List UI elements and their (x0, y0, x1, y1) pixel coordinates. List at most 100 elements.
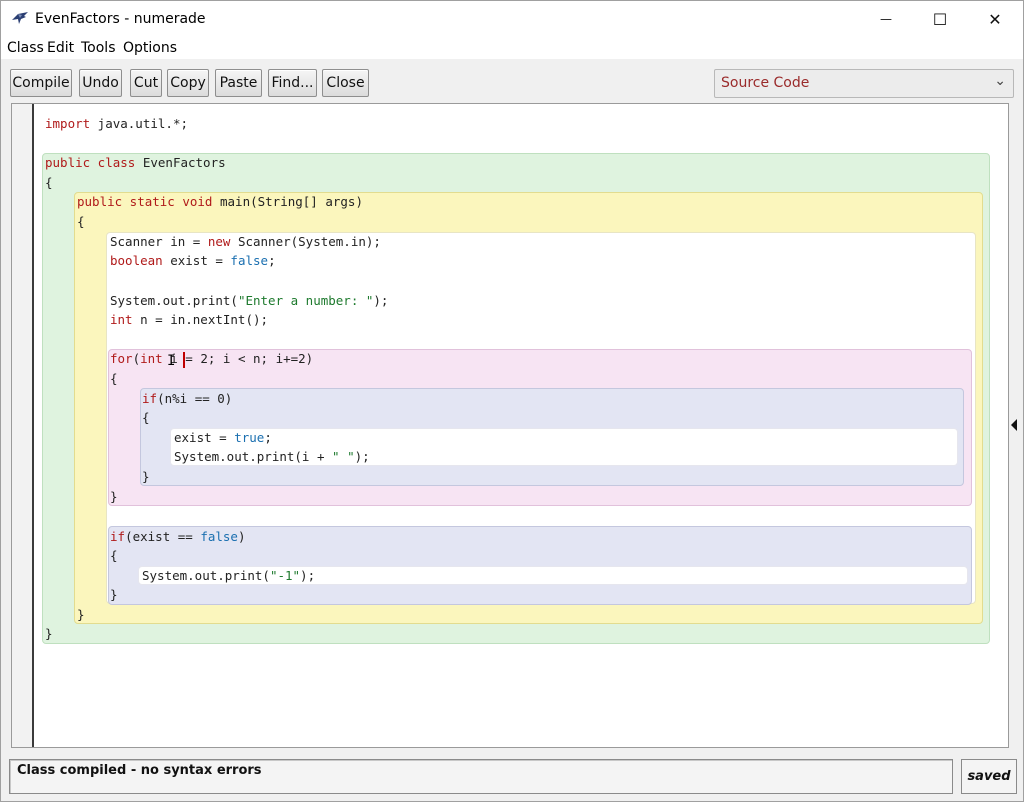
code-token: } (45, 626, 53, 641)
code-line: { (142, 409, 150, 427)
code-token: ) (237, 529, 246, 544)
code-token: ; (268, 253, 276, 268)
code-line: { (45, 174, 53, 192)
code-token: ); (373, 293, 389, 308)
code-line: public class EvenFactors (45, 154, 226, 172)
code-token: exist = (162, 253, 231, 268)
code-token: boolean (110, 253, 163, 268)
code-token: int (110, 312, 133, 327)
code-token: exist = (174, 430, 235, 445)
ibeam-cursor-icon: I (167, 353, 176, 369)
code-token: (n%i == 0) (157, 391, 233, 406)
code-token: true (234, 430, 265, 445)
code-token: public class (45, 155, 136, 170)
undo-button[interactable]: Undo (79, 69, 122, 97)
close-button[interactable]: Close (322, 69, 369, 97)
code-line: if(exist == false) (110, 528, 246, 546)
code-line: System.out.print(i + " "); (174, 448, 370, 466)
code-token: n = in.nextInt(); (132, 312, 269, 327)
code-line: System.out.print("Enter a number: "); (110, 292, 388, 310)
code-line: System.out.print("-1"); (142, 567, 315, 585)
code-token: for (110, 351, 133, 366)
line-gutter (12, 104, 34, 747)
window-title: EvenFactors - numerade (35, 11, 206, 27)
code-line: for(int i = 2; i < n; i+=2) (110, 350, 313, 368)
find-button[interactable]: Find... (268, 69, 317, 97)
code-line: Scanner in = new Scanner(System.in); (110, 233, 381, 251)
view-select-value: Source Code (721, 75, 810, 91)
code-token: ; (264, 430, 272, 445)
chevron-down-icon: ⌄ (994, 73, 1006, 89)
code-token: { (110, 548, 118, 563)
code-line: } (77, 606, 85, 624)
menu-class[interactable]: Class (7, 40, 44, 56)
code-line: } (45, 625, 53, 643)
code-token: "Enter a number: " (237, 293, 374, 308)
saved-indicator: saved (961, 759, 1017, 794)
bluej-bird-icon (12, 12, 28, 24)
code-token: " " (332, 449, 355, 464)
status-bar: Class compiled - no syntax errors (9, 759, 953, 794)
code-line: public static void main(String[] args) (77, 193, 363, 211)
code-line: } (110, 586, 118, 604)
code-token: System.out.print(i + (174, 449, 333, 464)
menu-edit[interactable]: Edit (47, 40, 74, 56)
compile-button[interactable]: Compile (10, 69, 72, 97)
code-token: Scanner(System.in); (230, 234, 381, 249)
code-token: System.out.print( (110, 293, 238, 308)
code-line: } (110, 488, 118, 506)
code-token: EvenFactors (135, 155, 226, 170)
maximize-icon: ☐ (932, 9, 948, 29)
code-token: { (77, 214, 85, 229)
code-line: { (110, 370, 118, 388)
code-token: if (142, 391, 158, 406)
code-line: boolean exist = false; (110, 252, 276, 270)
minimize-button[interactable]: — (863, 1, 909, 37)
close-icon: ✕ (988, 9, 1002, 29)
code-editor[interactable]: import java.util.*; public class EvenFac… (11, 103, 1009, 748)
menu-tools[interactable]: Tools (81, 40, 116, 56)
view-select[interactable]: Source Code ⌄ (714, 69, 1014, 98)
code-token: main(String[] args) (212, 194, 363, 209)
code-token: } (142, 469, 150, 484)
paste-button[interactable]: Paste (215, 69, 262, 97)
code-line: { (110, 547, 118, 565)
code-token: Scanner in = (110, 234, 208, 249)
menu-options[interactable]: Options (123, 40, 177, 56)
code-token: ); (300, 568, 316, 583)
code-token: ); (354, 449, 370, 464)
title-bar: EvenFactors - numerade — ☐ ✕ (1, 1, 1023, 37)
copy-button[interactable]: Copy (167, 69, 209, 97)
code-token: } (110, 587, 118, 602)
code-token: false (200, 529, 238, 544)
code-line: if(n%i == 0) (142, 390, 232, 408)
code-line: import java.util.*; (45, 115, 188, 133)
code-token: } (110, 489, 118, 504)
code-token: int (140, 351, 163, 366)
code-token: ( (132, 351, 141, 366)
status-message: Class compiled - no syntax errors (17, 763, 262, 778)
code-token: public static void (77, 194, 213, 209)
cut-button[interactable]: Cut (130, 69, 162, 97)
code-token: false (230, 253, 269, 268)
minimize-icon: — (880, 12, 892, 26)
code-token: System.out.print( (142, 568, 270, 583)
code-line: int n = in.nextInt(); (110, 311, 268, 329)
code-line: } (142, 468, 150, 486)
code-token: { (110, 371, 118, 386)
code-token: { (142, 410, 150, 425)
code-line: exist = true; (174, 429, 272, 447)
collapse-panel-arrow-icon[interactable] (1011, 419, 1017, 431)
code-token: { (45, 175, 53, 190)
code-token: (exist == (125, 529, 201, 544)
code-token: import (45, 116, 91, 131)
menu-bar: Class Edit Tools Options (1, 37, 1023, 59)
code-token: "-1" (269, 568, 301, 583)
code-token: if (110, 529, 126, 544)
code-token: java.util.*; (90, 116, 188, 131)
text-caret (183, 352, 185, 368)
close-window-button[interactable]: ✕ (972, 1, 1018, 37)
code-token: i = 2; i < n; i+=2) (162, 351, 314, 366)
maximize-button[interactable]: ☐ (917, 1, 963, 37)
code-line: { (77, 213, 85, 231)
